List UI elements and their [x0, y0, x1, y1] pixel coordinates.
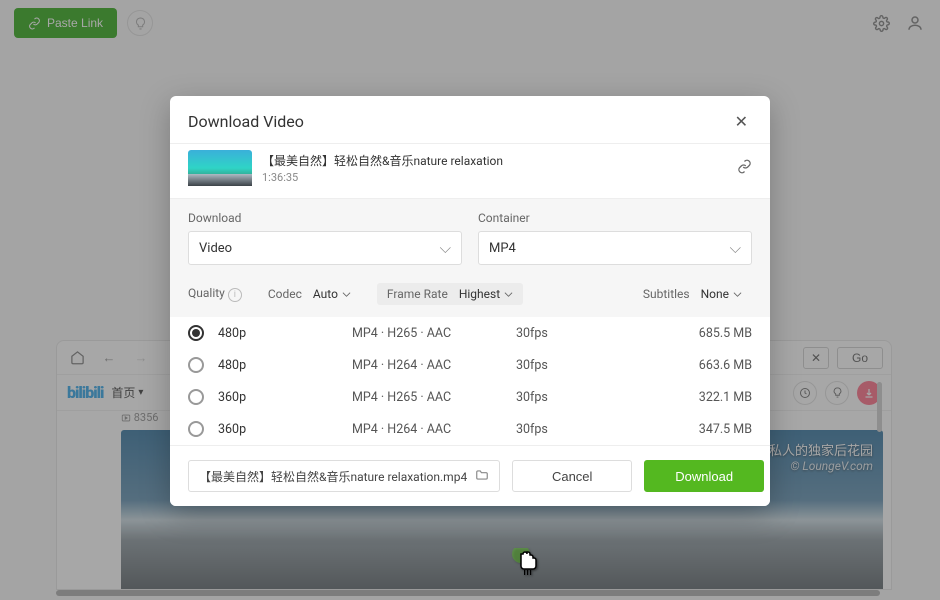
quality-spec: MP4 · H265 · AAC: [352, 326, 502, 341]
framerate-filter[interactable]: Frame Rate Highest: [377, 283, 523, 305]
chevron-down-icon: [440, 239, 451, 257]
quality-size: 322.1 MB: [699, 390, 752, 405]
quality-spec: MP4 · H264 · AAC: [352, 422, 502, 437]
close-icon[interactable]: ✕: [731, 110, 752, 133]
quality-row[interactable]: 480p MP4 · H264 · AAC 30fps 663.6 MB: [170, 349, 770, 381]
radio-button[interactable]: [188, 421, 204, 437]
quality-fps: 30fps: [516, 326, 596, 341]
download-type-value: Video: [199, 241, 232, 256]
video-thumbnail: [188, 150, 252, 186]
quality-fps: 30fps: [516, 358, 596, 373]
quality-row[interactable]: 360p MP4 · H264 · AAC 30fps 347.5 MB: [170, 413, 770, 445]
modal-title: Download Video: [188, 112, 304, 131]
chevron-down-icon: [733, 290, 742, 299]
radio-button[interactable]: [188, 325, 204, 341]
info-icon[interactable]: i: [228, 288, 242, 302]
quality-size: 347.5 MB: [699, 422, 752, 437]
folder-icon[interactable]: [475, 468, 489, 485]
download-type-select[interactable]: Video: [188, 231, 462, 265]
subtitles-filter[interactable]: Subtitles None: [633, 283, 752, 305]
codec-filter[interactable]: Codec Auto: [258, 283, 361, 305]
container-select[interactable]: MP4: [478, 231, 752, 265]
video-title: 【最美自然】轻松自然&音乐nature relaxation: [262, 152, 503, 169]
quality-list: 480p MP4 · H265 · AAC 30fps 685.5 MB 480p MP4…: [170, 317, 770, 445]
radio-button[interactable]: [188, 357, 204, 373]
download-modal: Download Video ✕ 【最美自然】轻松自然&音乐nature rel…: [170, 96, 770, 506]
quality-size: 685.5 MB: [699, 326, 752, 341]
filename-input[interactable]: 【最美自然】轻松自然&音乐nature relaxation.mp4: [188, 460, 500, 492]
quality-size: 663.6 MB: [699, 358, 752, 373]
download-button[interactable]: Download: [644, 460, 764, 492]
quality-label: 480p: [218, 326, 338, 341]
quality-label: Quality i: [188, 286, 242, 302]
quality-spec: MP4 · H265 · AAC: [352, 390, 502, 405]
modal-overlay: Download Video ✕ 【最美自然】轻松自然&音乐nature rel…: [0, 0, 940, 600]
quality-row[interactable]: 480p MP4 · H265 · AAC 30fps 685.5 MB: [170, 317, 770, 349]
chevron-down-icon: [730, 239, 741, 257]
quality-spec: MP4 · H264 · AAC: [352, 358, 502, 373]
quality-label: 360p: [218, 422, 338, 437]
open-link-icon[interactable]: [737, 159, 752, 178]
quality-row[interactable]: 360p MP4 · H265 · AAC 30fps 322.1 MB: [170, 381, 770, 413]
quality-fps: 30fps: [516, 390, 596, 405]
quality-label: 480p: [218, 358, 338, 373]
quality-label: 360p: [218, 390, 338, 405]
chevron-down-icon: [342, 290, 351, 299]
quality-fps: 30fps: [516, 422, 596, 437]
chevron-down-icon: [504, 290, 513, 299]
video-duration: 1:36:35: [262, 171, 503, 184]
container-value: MP4: [489, 241, 516, 256]
cancel-button[interactable]: Cancel: [512, 460, 632, 492]
filename-value: 【最美自然】轻松自然&音乐nature relaxation.mp4: [199, 468, 467, 485]
container-label: Container: [478, 211, 752, 225]
radio-button[interactable]: [188, 389, 204, 405]
download-type-label: Download: [188, 211, 462, 225]
